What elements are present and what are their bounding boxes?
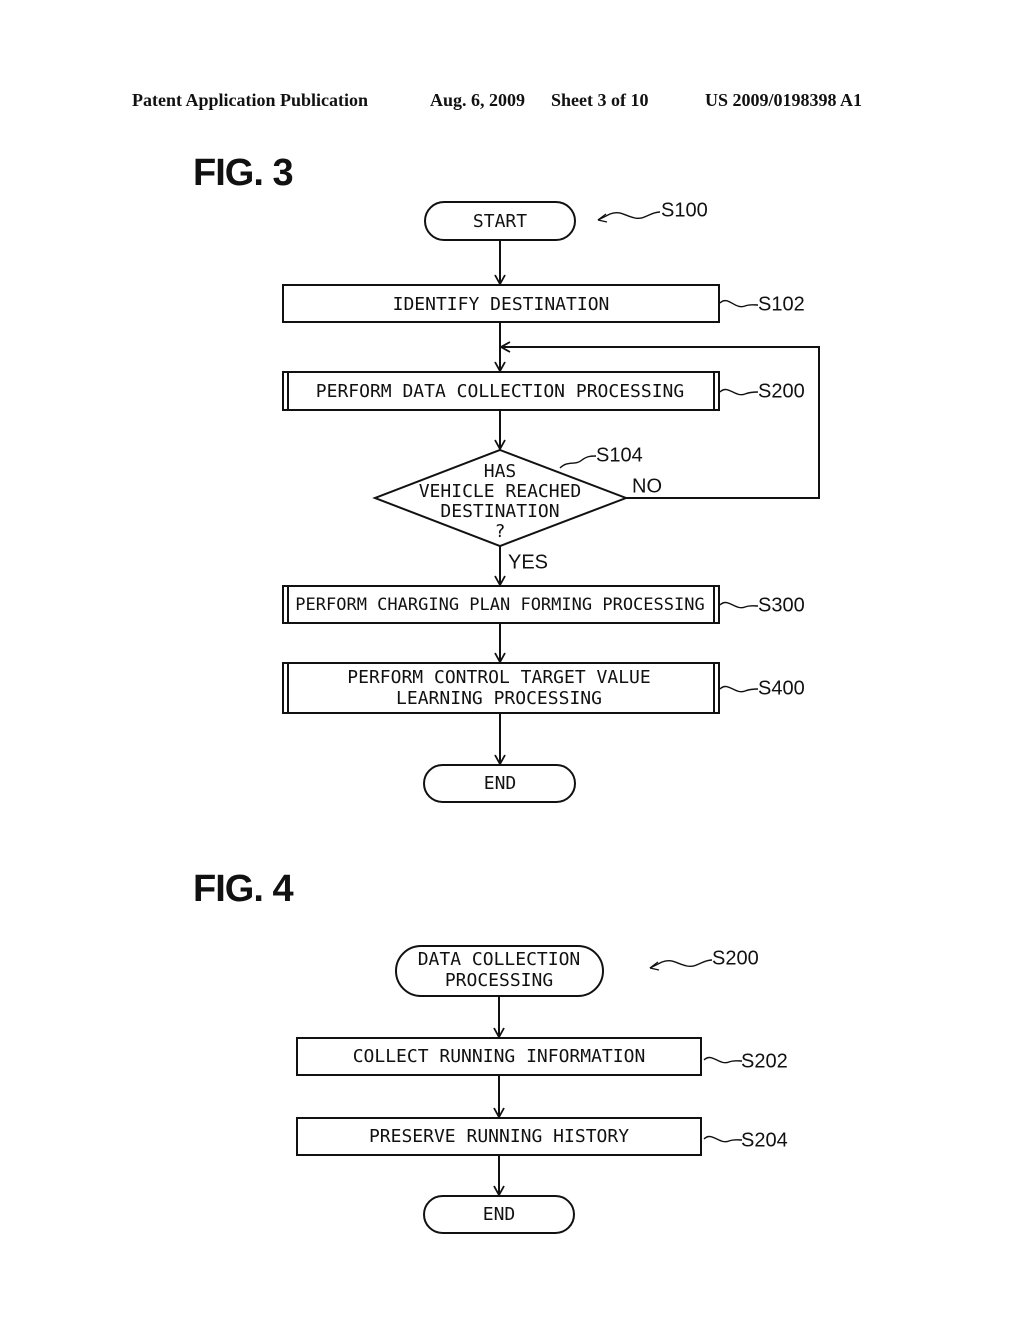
decision-yes-label: YES [508,551,548,573]
fig4-reference-label: S200 [649,947,759,971]
decision-s104-line-3: DESTINATION [440,501,559,522]
fig3-start-terminal: START [424,201,576,241]
fig3-reference-label: S100 [597,199,708,223]
label-s300: S300 [758,594,805,616]
fig4-start-terminal: DATA COLLECTION PROCESSING [395,945,604,997]
label-s200: S200 [758,380,805,402]
step-s400: PERFORM CONTROL TARGET VALUE LEARNING PR… [282,662,805,714]
label-fig4-s200: S200 [712,947,759,969]
label-s202: S202 [741,1050,788,1072]
label-s400: S400 [758,677,805,699]
fig4-start-line-2: PROCESSING [445,970,553,991]
fig3-flowchart: S100 START IDENTIFY DESTINATION S102 PER… [282,199,820,803]
fig4-end-text: END [483,1204,516,1225]
step-s400-line-1: PERFORM CONTROL TARGET VALUE [347,667,650,688]
flowchart-canvas: S100 START IDENTIFY DESTINATION S102 PER… [282,199,820,1234]
decision-s104: HAS VEHICLE REACHED DESTINATION ? S104 N… [372,444,662,573]
fig3-end-text: END [484,773,517,794]
step-s200-text: PERFORM DATA COLLECTION PROCESSING [316,381,684,402]
step-s102-text: IDENTIFY DESTINATION [393,294,610,315]
step-s202: COLLECT RUNNING INFORMATION S202 [296,1037,788,1076]
fig4-flowchart: S200 DATA COLLECTION PROCESSING COLLECT … [296,945,788,1234]
decision-no-label: NO [632,475,662,497]
step-s300: PERFORM CHARGING PLAN FORMING PROCESSING… [282,585,805,624]
label-s104: S104 [596,444,643,466]
step-s300-text: PERFORM CHARGING PLAN FORMING PROCESSING [295,595,704,615]
decision-s104-line-4: ? [495,521,506,542]
step-s204: PRESERVE RUNNING HISTORY S204 [296,1117,788,1156]
label-s100: S100 [661,199,708,221]
step-s204-text: PRESERVE RUNNING HISTORY [369,1126,629,1147]
fig3-start-text: START [473,211,527,232]
step-s202-text: COLLECT RUNNING INFORMATION [353,1046,646,1067]
fig4-end-terminal: END [423,1195,575,1234]
fig3-end-terminal: END [423,764,576,803]
decision-s104-line-1: HAS [484,461,517,482]
decision-s104-line-2: VEHICLE REACHED [419,481,582,502]
step-s400-line-2: LEARNING PROCESSING [396,688,602,709]
step-s200: PERFORM DATA COLLECTION PROCESSING S200 [282,371,805,411]
label-s102: S102 [758,293,805,315]
label-s204: S204 [741,1129,788,1151]
fig4-start-line-1: DATA COLLECTION [418,949,581,970]
step-s102: IDENTIFY DESTINATION S102 [282,284,805,323]
